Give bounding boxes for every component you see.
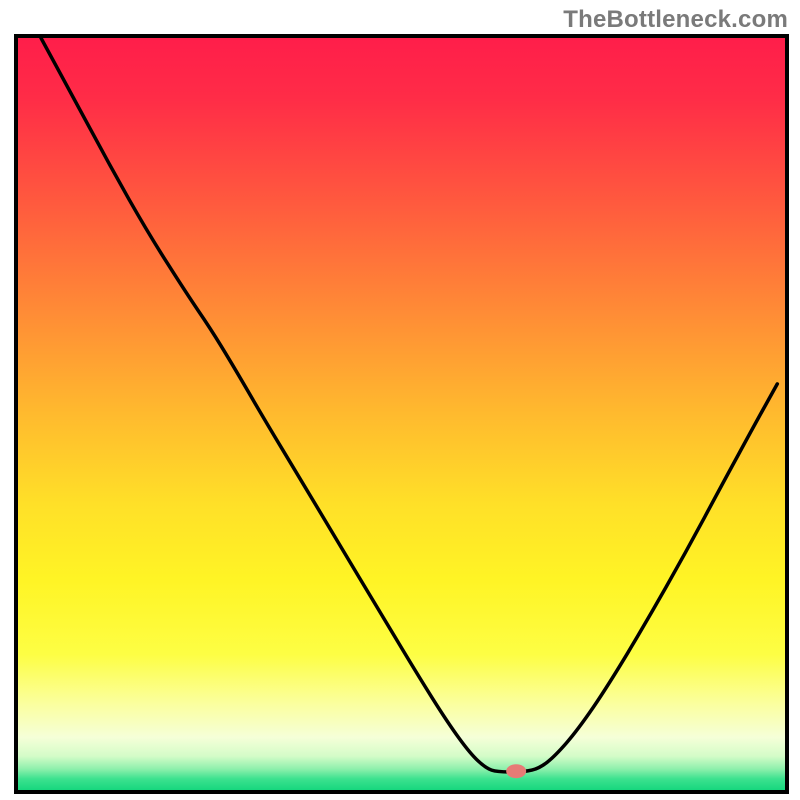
watermark-text: TheBottleneck.com	[563, 6, 788, 34]
plot-svg	[0, 0, 800, 800]
optimal-marker	[506, 764, 526, 778]
plot-background-gradient	[18, 38, 785, 790]
